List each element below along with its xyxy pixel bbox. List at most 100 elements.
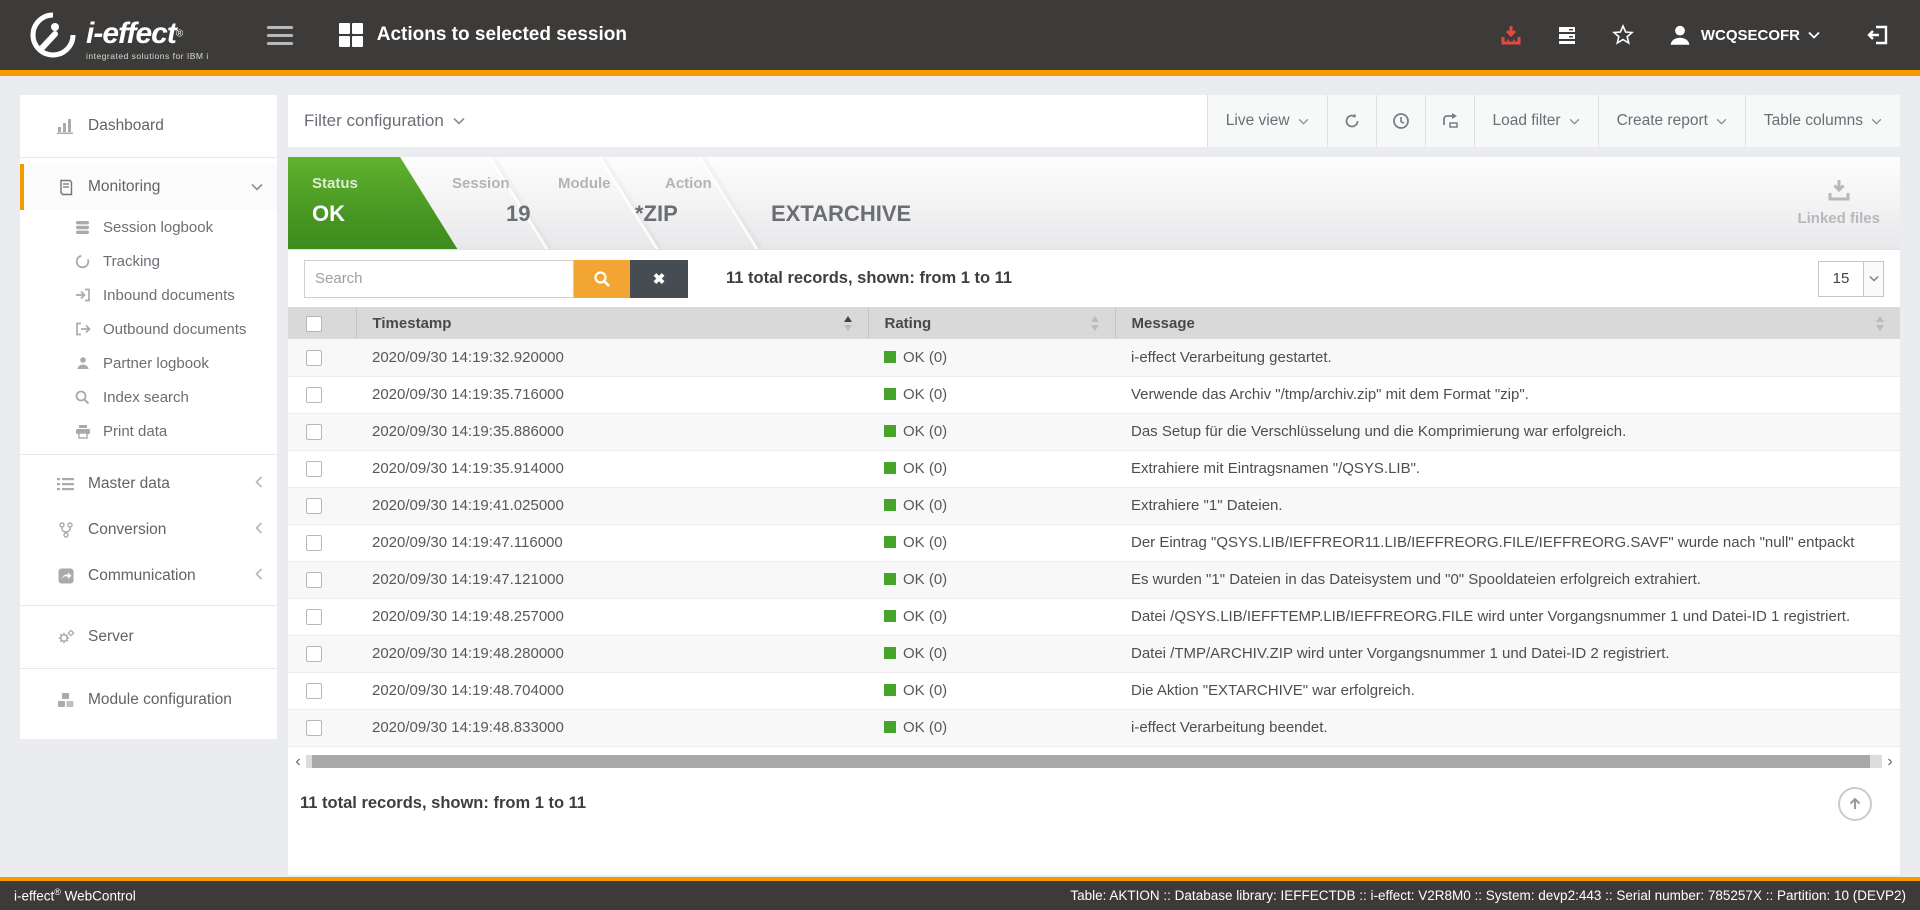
menu-toggle-icon[interactable] [267, 21, 293, 50]
sidebar-item-outbound-documents[interactable]: Outbound documents [20, 312, 277, 346]
rating-ok-square [884, 684, 896, 696]
table-body: 2020/09/30 14:19:32.920000 OK (0) i-effe… [288, 339, 1900, 746]
clear-search-button[interactable]: ✖ [630, 260, 688, 298]
search-input[interactable] [304, 260, 574, 298]
sidebar-item-label: Index search [103, 389, 189, 406]
table-row[interactable]: 2020/09/30 14:19:47.121000 OK (0) Es wur… [288, 561, 1900, 598]
column-label: Message [1132, 315, 1195, 332]
linked-files-button[interactable]: Linked files [1797, 179, 1880, 227]
download-icon[interactable] [1499, 23, 1523, 47]
scrollbar-track[interactable] [306, 755, 1882, 768]
sidebar-item-dashboard[interactable]: Dashboard [20, 101, 277, 151]
scroll-right-icon[interactable]: › [1884, 755, 1896, 768]
sidebar-item-server[interactable]: Server [20, 612, 277, 662]
transfer-button[interactable] [1425, 95, 1474, 147]
row-checkbox[interactable] [306, 498, 322, 514]
sidebar-item-module-configuration[interactable]: Module configuration [20, 675, 277, 725]
sidebar-item-label: Dashboard [88, 117, 164, 135]
tab-action-value: EXTARCHIVE [771, 201, 911, 227]
gears-icon [56, 629, 75, 645]
logout-icon[interactable] [1866, 23, 1890, 47]
table-row[interactable]: 2020/09/30 14:19:35.914000 OK (0) Extrah… [288, 450, 1900, 487]
row-checkbox[interactable] [306, 609, 322, 625]
footer-system-info: Table: AKTION :: Database library: IEFFE… [1070, 888, 1906, 903]
outbound-icon [74, 322, 91, 336]
load-filter-button[interactable]: Load filter [1474, 95, 1598, 147]
sidebar-item-master-data[interactable]: Master data [20, 461, 277, 507]
table-row[interactable]: 2020/09/30 14:19:41.025000 OK (0) Extrah… [288, 487, 1900, 524]
chevron-left-icon [255, 475, 263, 493]
row-checkbox[interactable] [306, 535, 322, 551]
row-timestamp: 2020/09/30 14:19:35.886000 [356, 413, 868, 450]
row-rating: OK (0) [903, 608, 947, 625]
rating-ok-square [884, 462, 896, 474]
row-message: Datei /QSYS.LIB/IEFFTEMP.LIB/IEFFREORG.F… [1115, 598, 1900, 635]
row-checkbox[interactable] [306, 572, 322, 588]
table-row[interactable]: 2020/09/30 14:19:32.920000 OK (0) i-effe… [288, 339, 1900, 376]
page-size-select[interactable]: 15 [1818, 261, 1884, 297]
column-header-message[interactable]: Message [1115, 307, 1900, 339]
sort-icons [1876, 316, 1884, 331]
row-message: Die Aktion "EXTARCHIVE" war erfolgreich. [1115, 672, 1900, 709]
row-checkbox[interactable] [306, 720, 322, 736]
sidebar-item-label: Print data [103, 423, 167, 440]
sidebar-item-tracking[interactable]: Tracking [20, 244, 277, 278]
sidebar-item-conversion[interactable]: Conversion [20, 507, 277, 553]
sidebar-item-monitoring[interactable]: Monitoring [20, 164, 277, 210]
select-all-checkbox[interactable] [306, 316, 322, 332]
search-button[interactable] [574, 260, 630, 298]
rating-ok-square [884, 610, 896, 622]
row-checkbox[interactable] [306, 461, 322, 477]
column-header-rating[interactable]: Rating [868, 307, 1115, 339]
table-row[interactable]: 2020/09/30 14:19:47.116000 OK (0) Der Ei… [288, 524, 1900, 561]
scroll-to-top-button[interactable] [1838, 787, 1872, 821]
refresh-button[interactable] [1327, 95, 1376, 147]
row-checkbox[interactable] [306, 646, 322, 662]
filter-configuration-toggle[interactable]: Filter configuration [288, 95, 465, 147]
row-checkbox[interactable] [306, 683, 322, 699]
rating-ok-square [884, 425, 896, 437]
live-view-button[interactable]: Live view [1207, 95, 1327, 147]
sidebar-item-label: Outbound documents [103, 321, 246, 338]
table-row[interactable]: 2020/09/30 14:19:48.833000 OK (0) i-effe… [288, 709, 1900, 746]
sidebar-item-partner-logbook[interactable]: Partner logbook [20, 346, 277, 380]
search-icon [74, 390, 91, 405]
table-row[interactable]: 2020/09/30 14:19:48.257000 OK (0) Datei … [288, 598, 1900, 635]
user-menu[interactable]: WCQSECOFR [1667, 22, 1820, 48]
row-checkbox[interactable] [306, 387, 322, 403]
server-icon[interactable] [1555, 23, 1579, 47]
code-fork-icon [56, 522, 75, 538]
tab-status-label: Status [312, 175, 358, 192]
sidebar-item-index-search[interactable]: Index search [20, 380, 277, 414]
row-checkbox[interactable] [306, 424, 322, 440]
chevron-down-icon [1863, 262, 1883, 296]
create-report-button[interactable]: Create report [1598, 95, 1745, 147]
sidebar-item-print-data[interactable]: Print data [20, 414, 277, 448]
sidebar-item-session-logbook[interactable]: Session logbook [20, 210, 277, 244]
table-row[interactable]: 2020/09/30 14:19:35.886000 OK (0) Das Se… [288, 413, 1900, 450]
refresh-icon [1343, 112, 1361, 130]
chevron-down-icon [251, 178, 263, 196]
share-icon [56, 568, 75, 584]
sidebar-item-inbound-documents[interactable]: Inbound documents [20, 278, 277, 312]
accent-strip-top [0, 70, 1920, 76]
row-rating: OK (0) [903, 719, 947, 736]
user-icon [1667, 22, 1693, 48]
sidebar-item-communication[interactable]: Communication [20, 553, 277, 599]
table-row[interactable]: 2020/09/30 14:19:48.280000 OK (0) Datei … [288, 635, 1900, 672]
column-header-timestamp[interactable]: Timestamp [356, 307, 868, 339]
table-row[interactable]: 2020/09/30 14:19:35.716000 OK (0) Verwen… [288, 376, 1900, 413]
scrollbar-thumb[interactable] [312, 755, 1870, 768]
row-message: Der Eintrag "QSYS.LIB/IEFFREOR11.LIB/IEF… [1115, 524, 1900, 561]
table-columns-button[interactable]: Table columns [1745, 95, 1900, 147]
scroll-left-icon[interactable]: ‹ [292, 755, 304, 768]
row-rating: OK (0) [903, 460, 947, 477]
star-icon[interactable] [1611, 23, 1635, 47]
row-checkbox[interactable] [306, 350, 322, 366]
table-row[interactable]: 2020/09/30 14:19:48.704000 OK (0) Die Ak… [288, 672, 1900, 709]
select-all-header[interactable] [288, 307, 356, 339]
history-button[interactable] [1376, 95, 1425, 147]
tab-action-label: Action [665, 175, 712, 192]
chevron-down-icon [453, 117, 465, 125]
app-logo: i-effect® integrated solutions for IBM i [28, 10, 209, 60]
